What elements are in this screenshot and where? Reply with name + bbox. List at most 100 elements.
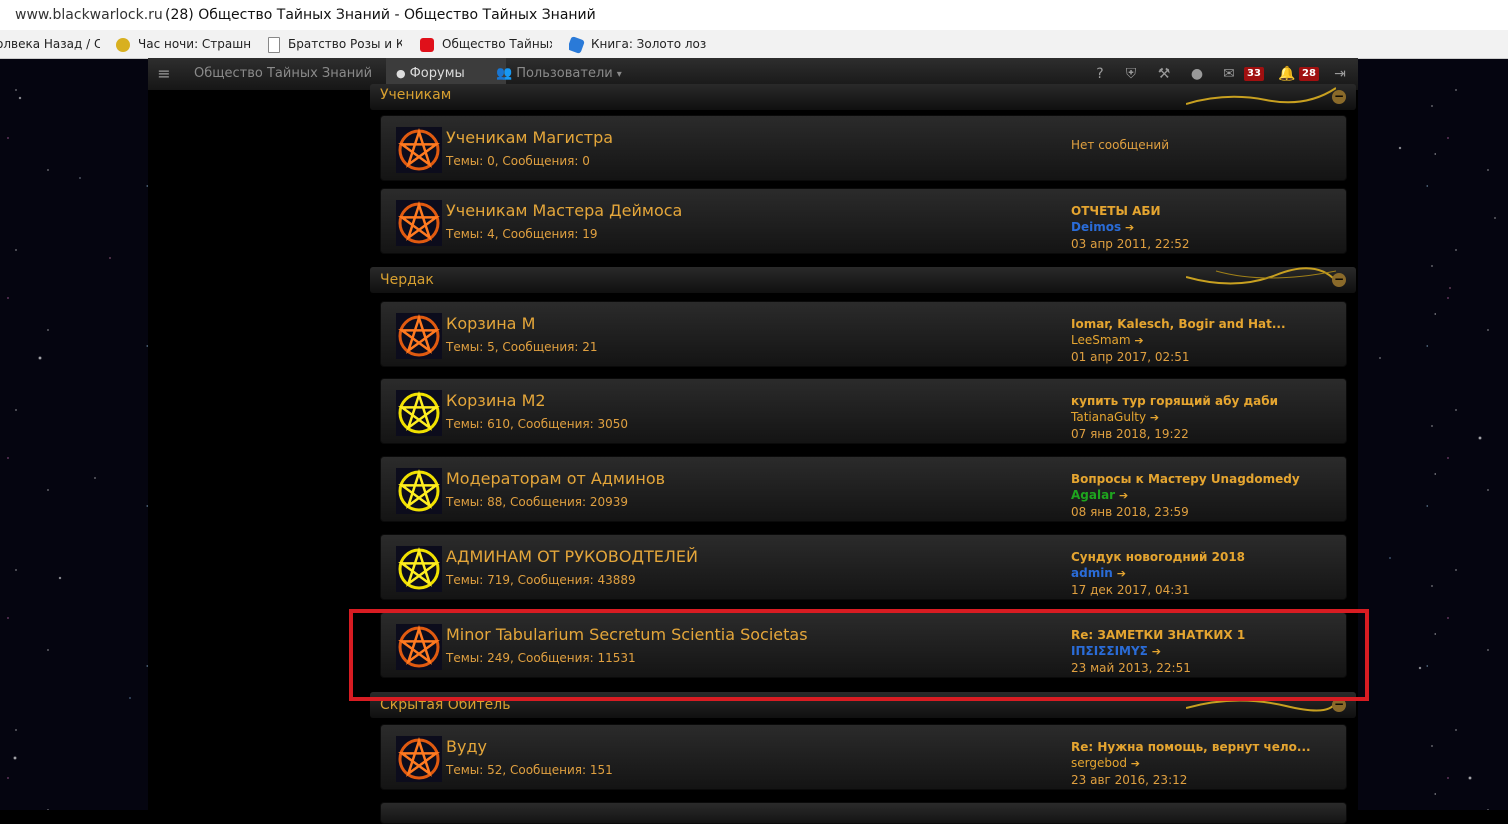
logout-icon[interactable]: ⇥ [1332, 66, 1348, 82]
pentagram-orange-icon [396, 313, 442, 359]
swirl-ornament-icon [1186, 267, 1336, 285]
pentagram-yellow-icon [396, 468, 442, 514]
forum-title[interactable]: Корзина М2 [446, 391, 546, 410]
red-highlight-box [349, 609, 1369, 701]
forum-stats: Темы: 88, Сообщения: 20939 [446, 495, 629, 509]
goto-arrow-icon[interactable]: ➔ [1131, 757, 1140, 770]
category-header: Ученикам − [370, 84, 1356, 110]
goto-arrow-icon[interactable]: ➔ [1119, 489, 1128, 502]
browser-titlebar: www.blackwarlock.ru (28) Общество Тайных… [0, 0, 1508, 30]
last-post-user[interactable]: LeeSmam [1071, 333, 1131, 347]
forum-row[interactable]: Ученикам Магистра Темы: 0, Сообщения: 0 … [380, 115, 1347, 181]
pentagram-yellow-icon [396, 546, 442, 592]
no-messages-text: Нет сообщений [1071, 138, 1170, 152]
last-post: Re: Нужна помощь, вернут чело... sergebo… [1071, 739, 1311, 788]
forum-row[interactable]: Вуду Темы: 52, Сообщения: 151 Re: Нужна … [380, 724, 1347, 790]
forum-title[interactable]: Ученикам Магистра [446, 128, 613, 147]
last-post-user[interactable]: Deimos [1071, 220, 1121, 234]
pentagram-orange-icon [396, 200, 442, 246]
pentagram-orange-icon [396, 736, 442, 782]
nav-tab-forums-label: Форумы [409, 66, 465, 81]
forum-stats: Темы: 610, Сообщения: 3050 [446, 417, 629, 431]
last-post-date: 23 авг 2016, 23:12 [1071, 773, 1188, 787]
forum-title[interactable]: АДМИНАМ ОТ РУКОВОДТЕЛЕЙ [446, 547, 698, 566]
last-post: Сундук новогодний 2018 admin ➔ 17 дек 20… [1071, 549, 1245, 598]
help-icon[interactable]: ? [1092, 66, 1108, 82]
bookmark-item[interactable]: олвека Назад / С [0, 30, 100, 58]
forum-title[interactable]: Ученикам Мастера Деймоса [446, 201, 682, 220]
forum-row[interactable]: Модераторам от Админов Темы: 88, Сообщен… [380, 456, 1347, 522]
bookmark-item[interactable]: Общество Тайных [420, 30, 552, 58]
browser-tab-title: (28) Общество Тайных Знаний - Общество Т… [165, 7, 596, 23]
category-title[interactable]: Ученикам [380, 84, 451, 108]
collapse-icon[interactable]: − [1332, 273, 1346, 287]
page-icon [268, 36, 280, 53]
last-post-date: 08 янв 2018, 23:59 [1071, 505, 1189, 519]
last-post-user[interactable]: admin [1071, 566, 1113, 580]
messages-badge: 33 [1244, 67, 1264, 81]
last-post: Вопросы к Мастеру Unagdomedy Agalar ➔ 08… [1071, 471, 1300, 520]
menu-icon[interactable]: ≡ [156, 66, 172, 82]
forum-row[interactable]: АДМИНАМ ОТ РУКОВОДТЕЛЕЙ Темы: 719, Сообщ… [380, 534, 1347, 600]
forum-row[interactable]: Корзина М2 Темы: 610, Сообщения: 3050 ку… [380, 378, 1347, 444]
last-post-date: 01 апр 2017, 02:51 [1071, 350, 1190, 364]
goto-arrow-icon[interactable]: ➔ [1125, 221, 1134, 234]
nav-site-link[interactable]: Общество Тайных Знаний [194, 58, 372, 90]
last-post-user[interactable]: Agalar [1071, 488, 1115, 502]
bell-icon[interactable]: 🔔 [1278, 66, 1295, 82]
bookmark-label: Братство Розы и К [288, 37, 402, 51]
last-post: купить тур горящий абу даби TatianaGulty… [1071, 393, 1278, 442]
forum-stats: Темы: 52, Сообщения: 151 [446, 763, 613, 777]
forum-title[interactable]: Модераторам от Админов [446, 469, 665, 488]
chevron-down-icon: ▾ [616, 69, 622, 80]
last-post-user[interactable]: sergebod [1071, 756, 1127, 770]
bookmarks-bar: олвека Назад / С Час ночи: Страшн Братст… [0, 30, 1508, 59]
last-post-date: 03 апр 2011, 22:52 [1071, 237, 1190, 251]
category-title[interactable]: Чердак [380, 267, 434, 293]
last-post-title[interactable]: Сундук новогодний 2018 [1071, 549, 1245, 565]
forum-stats: Темы: 719, Сообщения: 43889 [446, 573, 636, 587]
last-post: ОТЧЕТЫ АБИ Deimos ➔ 03 апр 2011, 22:52 [1071, 203, 1189, 252]
bookmark-label: Общество Тайных [442, 37, 552, 51]
last-post-title[interactable]: Iomar, Kalesch, Bogir and Hat... [1071, 316, 1286, 332]
left-column [148, 90, 368, 810]
envelope-icon[interactable]: ✉ [1221, 66, 1237, 82]
last-post-date: 07 янв 2018, 19:22 [1071, 427, 1189, 441]
chat-bubble-icon: ● [396, 67, 406, 80]
bookmark-item[interactable]: Братство Розы и К [268, 30, 402, 58]
goto-arrow-icon[interactable]: ➔ [1134, 334, 1143, 347]
shield-icon[interactable]: ⛨ [1123, 66, 1139, 82]
forum-stats: Темы: 5, Сообщения: 21 [446, 340, 598, 354]
users-icon: 👥 [496, 66, 513, 81]
forum-stats: Темы: 0, Сообщения: 0 [446, 154, 590, 168]
pentagram-orange-icon [396, 127, 442, 173]
nav-tab-users-label: Пользователи [516, 66, 613, 81]
forum-row[interactable]: Ученикам Мастера Деймоса Темы: 4, Сообще… [380, 188, 1347, 254]
hammer-icon[interactable]: ⚒ [1156, 66, 1172, 82]
forum-title[interactable]: Вуду [446, 737, 487, 756]
last-post-user[interactable]: TatianaGulty [1071, 410, 1146, 424]
category-header: Чердак − [370, 267, 1356, 293]
last-post-title[interactable]: ОТЧЕТЫ АБИ [1071, 203, 1189, 219]
last-post-date: 17 дек 2017, 04:31 [1071, 583, 1190, 597]
goto-arrow-icon[interactable]: ➔ [1117, 567, 1126, 580]
last-post-title[interactable]: Re: Нужна помощь, вернут чело... [1071, 739, 1311, 755]
collapse-icon[interactable]: − [1332, 90, 1346, 104]
last-post-title[interactable]: Вопросы к Мастеру Unagdomedy [1071, 471, 1300, 487]
bookmark-label: Книга: Золото лоз [591, 37, 707, 51]
goto-arrow-icon[interactable]: ➔ [1150, 411, 1159, 424]
last-post: Iomar, Kalesch, Bogir and Hat... LeeSmam… [1071, 316, 1286, 365]
forum-row[interactable]: Корзина М Темы: 5, Сообщения: 21 Iomar, … [380, 301, 1347, 367]
last-post-title[interactable]: купить тур горящий абу даби [1071, 393, 1278, 409]
bookmark-label: олвека Назад / С [0, 37, 100, 51]
user-icon[interactable]: ● [1189, 66, 1205, 82]
bookmark-item[interactable]: Час ночи: Страшн [116, 30, 261, 58]
forum-stats: Темы: 4, Сообщения: 19 [446, 227, 598, 241]
forum-row[interactable] [380, 802, 1347, 824]
notifications-badge: 28 [1299, 67, 1319, 81]
bookmark-favicon-icon [116, 37, 130, 52]
bookmark-favicon-icon [569, 35, 585, 54]
bookmark-item[interactable]: Книга: Золото лоз [569, 30, 709, 58]
forum-title[interactable]: Корзина М [446, 314, 535, 333]
browser-url[interactable]: www.blackwarlock.ru [15, 0, 163, 30]
